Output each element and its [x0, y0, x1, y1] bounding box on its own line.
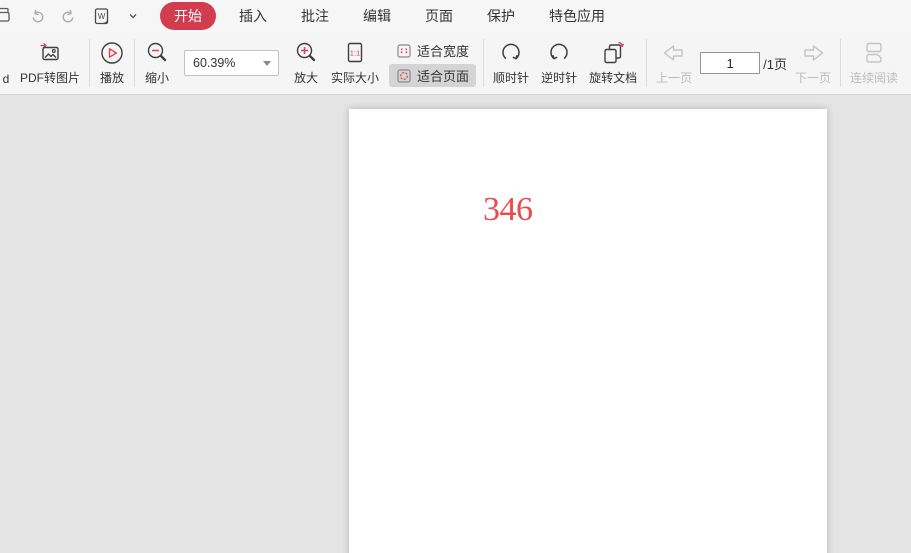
rotate-document-label: 旋转文档 — [589, 69, 637, 86]
tab-insert[interactable]: 插入 — [228, 2, 278, 30]
document-canvas[interactable]: 346 — [0, 95, 911, 553]
fit-page-icon — [396, 68, 412, 84]
zoom-out-label: 缩小 — [145, 69, 169, 86]
rotate-document-icon — [600, 40, 626, 66]
zoom-in-label: 放大 — [294, 69, 318, 86]
pdf-page[interactable]: 346 — [349, 109, 827, 553]
rotate-counterclockwise-label: 逆时针 — [541, 69, 577, 86]
page-number-input[interactable] — [700, 52, 760, 74]
continuous-reading-label: 连续阅读 — [850, 69, 898, 86]
chevron-down-icon[interactable] — [122, 5, 144, 27]
toolbar: d PDF转图片 播放 — [0, 32, 911, 95]
toolbar-separator — [840, 39, 841, 87]
zoom-in-button[interactable]: 放大 — [287, 32, 325, 94]
zoom-out-icon — [144, 40, 170, 66]
pdf-to-word-button-clipped[interactable]: d — [0, 32, 14, 94]
export-word-icon[interactable]: W — [90, 5, 112, 27]
fit-page-label: 适合页面 — [417, 66, 469, 85]
previous-page-label: 上一页 — [656, 69, 692, 86]
toolbar-separator — [483, 39, 484, 87]
one-to-one-glyph: 1:1 — [350, 49, 360, 58]
rotate-counterclockwise-icon — [546, 40, 572, 66]
undo-icon[interactable] — [26, 5, 48, 27]
tab-home[interactable]: 开始 — [160, 2, 216, 30]
fit-button-group: 适合宽度 适合页面 — [385, 32, 480, 94]
tab-special-features[interactable]: 特色应用 — [538, 2, 616, 30]
tab-page[interactable]: 页面 — [414, 2, 464, 30]
page-content-text: 346 — [483, 191, 533, 229]
play-label: 播放 — [100, 69, 124, 86]
tab-comment[interactable]: 批注 — [290, 2, 340, 30]
redo-icon[interactable] — [58, 5, 80, 27]
fit-width-label: 适合宽度 — [417, 41, 469, 60]
rotate-clockwise-label: 顺时针 — [493, 69, 529, 86]
tab-protect[interactable]: 保护 — [476, 2, 526, 30]
zoom-in-icon — [293, 40, 319, 66]
pdf-to-image-label: PDF转图片 — [20, 69, 80, 86]
menu-tabs: 开始 插入 批注 编辑 页面 保护 特色应用 — [154, 2, 622, 30]
rotate-clockwise-icon — [498, 40, 524, 66]
toolbar-separator — [134, 39, 135, 87]
zoom-level-combobox[interactable]: 60.39% — [184, 50, 279, 76]
actual-size-label: 实际大小 — [331, 69, 379, 86]
word-glyph: W — [97, 12, 105, 21]
previous-page-arrow-icon — [659, 40, 689, 66]
toolbar-separator — [646, 39, 647, 87]
quick-access-icons: W — [0, 5, 144, 27]
play-icon — [99, 40, 125, 66]
zoom-level-value: 60.39% — [185, 56, 263, 70]
pdf-to-image-icon — [37, 40, 63, 66]
zoom-out-button[interactable]: 缩小 — [138, 32, 176, 94]
pdf-to-image-button[interactable]: PDF转图片 — [14, 32, 86, 94]
continuous-reading-icon — [861, 40, 887, 66]
next-page-label: 下一页 — [795, 69, 831, 86]
actual-size-button[interactable]: 1:1 实际大小 — [325, 32, 385, 94]
rotate-clockwise-button[interactable]: 顺时针 — [487, 32, 535, 94]
fit-width-button[interactable]: 适合宽度 — [389, 39, 476, 62]
next-page-arrow-icon — [798, 40, 828, 66]
combo-caret-icon — [263, 61, 271, 66]
pdf-to-word-label-partial: d — [3, 72, 10, 86]
toolbar-separator — [89, 39, 90, 87]
menu-bar: W 开始 插入 批注 编辑 页面 保护 特色应用 — [0, 0, 911, 32]
rotate-document-button[interactable]: 旋转文档 — [583, 32, 643, 94]
rotate-counterclockwise-button[interactable]: 逆时针 — [535, 32, 583, 94]
previous-page-button[interactable]: 上一页 — [650, 32, 698, 94]
fit-width-icon — [396, 43, 412, 59]
save-icon[interactable] — [0, 5, 16, 27]
page-total-label: /1页 — [763, 54, 787, 73]
play-button[interactable]: 播放 — [93, 32, 131, 94]
actual-size-icon: 1:1 — [342, 40, 368, 66]
tab-edit[interactable]: 编辑 — [352, 2, 402, 30]
continuous-reading-button[interactable]: 连续阅读 — [844, 32, 904, 94]
fit-page-button[interactable]: 适合页面 — [389, 64, 476, 87]
page-navigation: /1页 — [698, 52, 789, 74]
next-page-button[interactable]: 下一页 — [789, 32, 837, 94]
